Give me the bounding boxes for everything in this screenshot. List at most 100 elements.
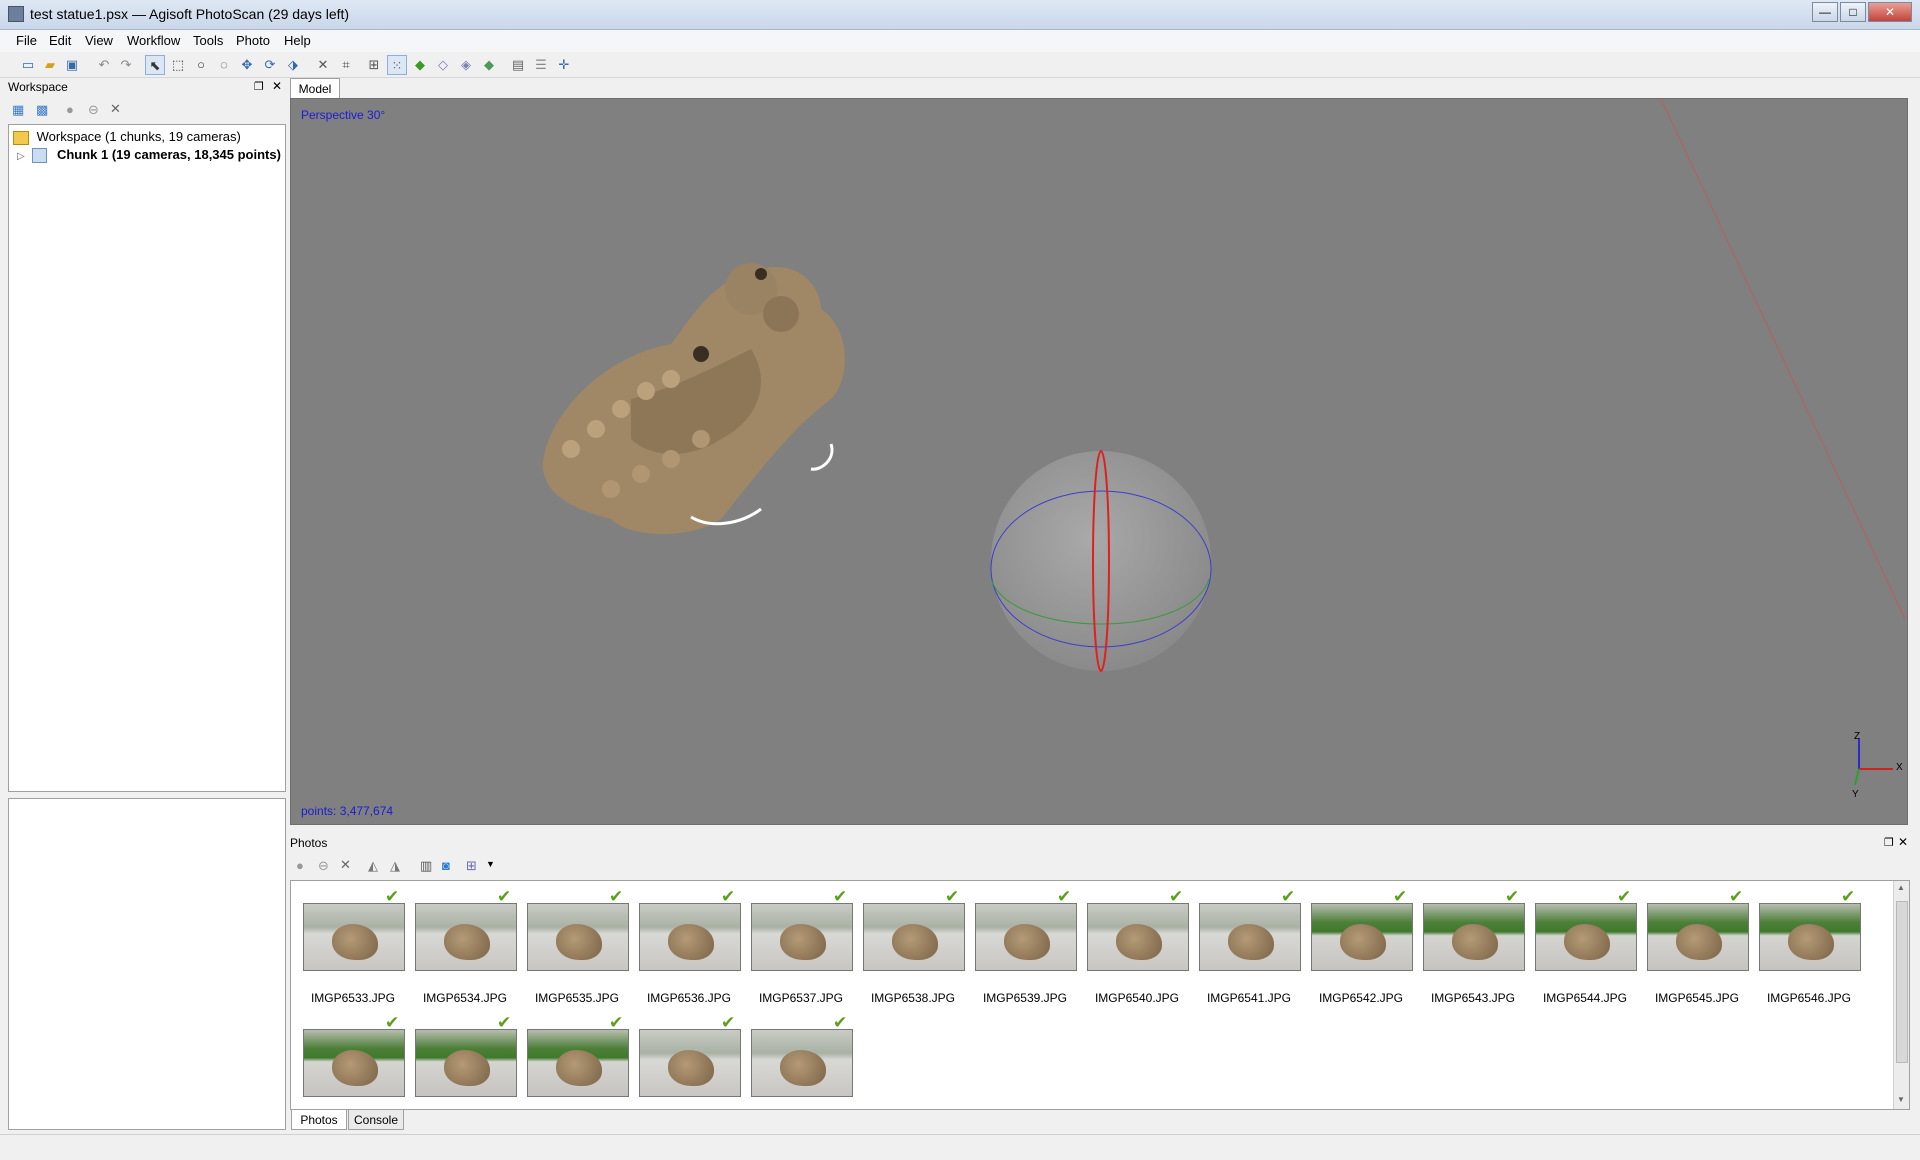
open-icon[interactable]: ▰ — [40, 55, 60, 75]
menu-edit[interactable]: Edit — [49, 33, 71, 48]
photo-item[interactable]: ✔ IMGP6536.JPG — [639, 887, 749, 1005]
thumbnails-icon[interactable]: ⊞ — [364, 55, 384, 75]
photo-thumbnail[interactable] — [303, 903, 405, 971]
model-viewport[interactable]: Perspective 30° points: 3,477,674 Z X Y — [290, 98, 1908, 825]
new-icon[interactable]: ▭ — [18, 55, 38, 75]
close-button[interactable]: ✕ — [1868, 2, 1912, 22]
photo-item[interactable]: ✔ IMGP6546.JPG — [1759, 887, 1869, 1005]
rotate-left-icon[interactable]: ◭ — [368, 858, 378, 874]
enable-icon[interactable]: ● — [66, 102, 74, 117]
reset-filter-icon[interactable]: ◙ — [442, 858, 450, 873]
tab-model[interactable]: Model — [290, 78, 340, 98]
scroll-thumb[interactable] — [1896, 901, 1908, 1063]
rect-select-icon[interactable]: ⬚ — [168, 55, 188, 75]
scroll-up-icon[interactable]: ▲ — [1897, 883, 1905, 892]
rotate-right-icon[interactable]: ◮ — [390, 858, 400, 874]
float-panel-icon[interactable]: ❐ — [254, 80, 264, 93]
photo-item[interactable]: ✔ IMGP6533.JPG — [303, 887, 413, 1005]
photo-item[interactable]: ✔ IMGP6543.JPG — [1423, 887, 1533, 1005]
tab-photos[interactable]: Photos — [291, 1110, 347, 1130]
camera-icon[interactable]: ▤ — [508, 55, 528, 75]
photo-item[interactable]: ✔ — [639, 1013, 749, 1097]
expand-arrow-icon[interactable]: ▷ — [17, 151, 25, 162]
filter-icon[interactable]: ▥ — [420, 858, 432, 874]
remove-icon[interactable]: ✕ — [340, 857, 351, 873]
minimize-button[interactable]: — — [1812, 2, 1838, 22]
photo-item[interactable]: ✔ IMGP6540.JPG — [1087, 887, 1197, 1005]
point-cloud-icon[interactable]: ⁙ — [387, 55, 407, 75]
photo-thumbnail[interactable] — [1535, 903, 1637, 971]
photo-thumbnail[interactable] — [415, 903, 517, 971]
photo-thumbnail[interactable] — [1647, 903, 1749, 971]
photo-thumbnail[interactable] — [863, 903, 965, 971]
crop-icon[interactable]: ⌗ — [336, 55, 356, 75]
photo-thumbnail[interactable] — [975, 903, 1077, 971]
enable-icon[interactable]: ● — [296, 858, 304, 873]
chevron-down-icon[interactable]: ▼ — [486, 859, 495, 869]
photo-item[interactable]: ✔ IMGP6534.JPG — [415, 887, 525, 1005]
tab-console[interactable]: Console — [348, 1110, 404, 1130]
close-panel-icon[interactable]: ✕ — [272, 79, 282, 93]
shaded-icon[interactable]: ◈ — [456, 55, 476, 75]
add-photos-icon[interactable]: ▩ — [36, 102, 48, 118]
photo-item[interactable]: ✔ — [751, 1013, 861, 1097]
photo-item[interactable]: ✔ IMGP6535.JPG — [527, 887, 637, 1005]
photo-thumbnail[interactable] — [639, 1029, 741, 1097]
undo-icon[interactable]: ↶ — [94, 55, 114, 75]
photo-item[interactable]: ✔ — [415, 1013, 525, 1097]
reset-view-icon[interactable]: ✛ — [554, 55, 574, 75]
photo-thumbnail[interactable] — [303, 1029, 405, 1097]
photo-thumbnail[interactable] — [1087, 903, 1189, 971]
menu-help[interactable]: Help — [284, 33, 311, 48]
photo-item[interactable]: ✔ IMGP6541.JPG — [1199, 887, 1309, 1005]
photo-item[interactable]: ✔ — [303, 1013, 413, 1097]
move-object-icon[interactable]: ✥ — [237, 55, 257, 75]
disable-icon[interactable]: ⊖ — [318, 858, 329, 874]
free-select-icon[interactable]: ◌ — [214, 55, 234, 75]
scroll-down-icon[interactable]: ▼ — [1897, 1095, 1905, 1104]
photo-thumbnail[interactable] — [527, 903, 629, 971]
photo-item[interactable]: ✔ IMGP6545.JPG — [1647, 887, 1757, 1005]
photo-thumbnail[interactable] — [1311, 903, 1413, 971]
menu-tools[interactable]: Tools — [193, 33, 223, 48]
photos-scrollbar[interactable]: ▲ ▼ — [1893, 881, 1909, 1109]
select-icon[interactable]: ⬉ — [145, 55, 165, 75]
photo-item[interactable]: ✔ IMGP6538.JPG — [863, 887, 973, 1005]
photo-thumbnail[interactable] — [1199, 903, 1301, 971]
photo-item[interactable]: ✔ IMGP6544.JPG — [1535, 887, 1645, 1005]
wireframe-icon[interactable]: ◇ — [433, 55, 453, 75]
photo-thumbnail[interactable] — [1759, 903, 1861, 971]
close-panel-icon[interactable]: ✕ — [1898, 835, 1908, 849]
show-cameras-icon[interactable]: ☰ — [531, 55, 551, 75]
float-panel-icon[interactable]: ❐ — [1884, 836, 1894, 849]
photo-thumbnail[interactable] — [751, 1029, 853, 1097]
photo-thumbnail[interactable] — [415, 1029, 517, 1097]
photo-thumbnail[interactable] — [639, 903, 741, 971]
workspace-root-item[interactable]: Workspace (1 chunks, 19 cameras) — [13, 129, 241, 145]
view-mode-icon[interactable]: ⊞ — [466, 858, 477, 874]
circle-select-icon[interactable]: ○ — [191, 55, 211, 75]
photo-item[interactable]: ✔ IMGP6537.JPG — [751, 887, 861, 1005]
delete-icon[interactable]: ✕ — [313, 55, 333, 75]
chunk-item[interactable]: ▷ Chunk 1 (19 cameras, 18,345 points) — [17, 147, 281, 164]
photo-thumbnail[interactable] — [751, 903, 853, 971]
photo-item[interactable]: ✔ IMGP6542.JPG — [1311, 887, 1421, 1005]
maximize-button[interactable]: □ — [1840, 2, 1866, 22]
menu-file[interactable]: File — [16, 33, 37, 48]
menu-view[interactable]: View — [85, 33, 113, 48]
remove-icon[interactable]: ✕ — [110, 101, 121, 117]
photo-thumbnail[interactable] — [527, 1029, 629, 1097]
photo-item[interactable]: ✔ IMGP6539.JPG — [975, 887, 1085, 1005]
menu-workflow[interactable]: Workflow — [127, 33, 180, 48]
rotate-object-icon[interactable]: ⟳ — [260, 55, 280, 75]
scale-object-icon[interactable]: ⬗ — [283, 55, 303, 75]
disable-icon[interactable]: ⊖ — [88, 102, 99, 118]
photo-thumbnail[interactable] — [1423, 903, 1525, 971]
photo-item[interactable]: ✔ — [527, 1013, 637, 1097]
add-chunk-icon[interactable]: ▦ — [12, 102, 24, 118]
textured-icon[interactable]: ◆ — [479, 55, 499, 75]
menu-photo[interactable]: Photo — [236, 33, 270, 48]
solid-icon[interactable]: ◆ — [410, 55, 430, 75]
redo-icon[interactable]: ↷ — [116, 55, 136, 75]
save-icon[interactable]: ▣ — [62, 55, 82, 75]
